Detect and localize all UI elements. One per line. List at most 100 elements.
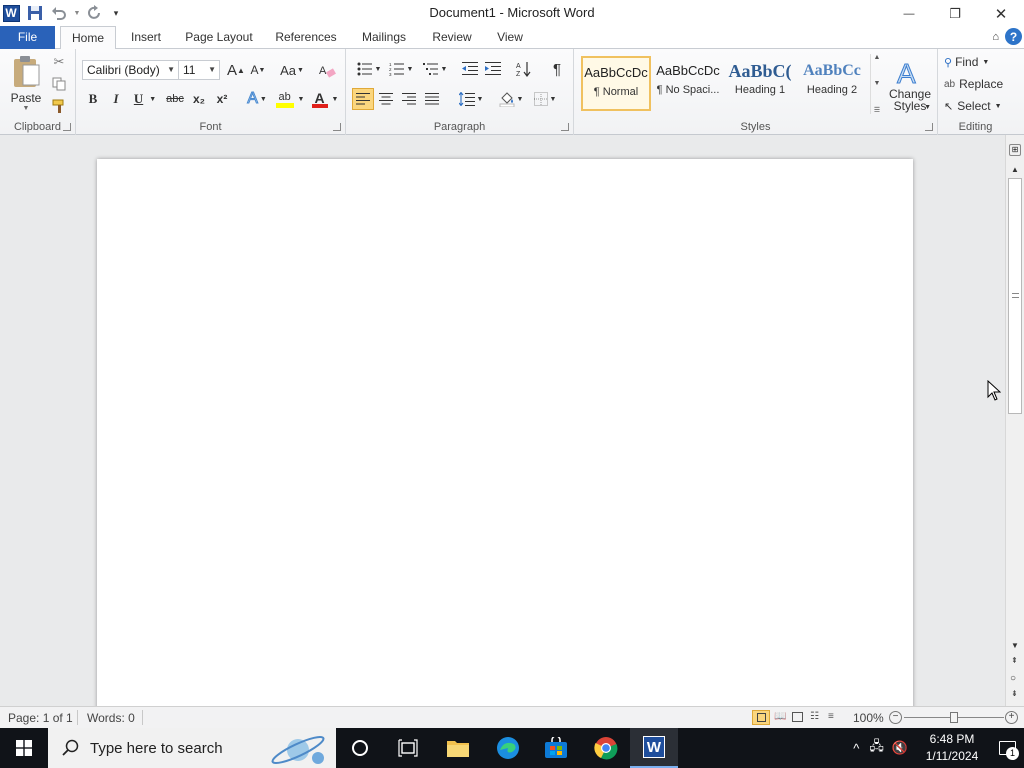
clock[interactable]: 6:48 PM 1/11/2024 bbox=[914, 731, 990, 765]
tab-references[interactable]: References bbox=[268, 26, 344, 49]
style-heading-2[interactable]: AaBbCc Heading 2 bbox=[797, 56, 867, 111]
font-color-button[interactable]: A ▼ bbox=[310, 89, 340, 109]
tab-mailings[interactable]: Mailings bbox=[354, 26, 414, 49]
clipboard-dialog-launcher[interactable] bbox=[63, 123, 71, 131]
cut-button[interactable]: ✂ bbox=[50, 53, 68, 71]
paragraph-dialog-launcher[interactable] bbox=[561, 123, 569, 131]
zoom-slider-thumb[interactable] bbox=[950, 712, 958, 723]
format-painter-button[interactable] bbox=[50, 97, 68, 115]
file-explorer-button[interactable] bbox=[434, 728, 482, 768]
minimize-ribbon-icon[interactable]: ⌂ bbox=[992, 31, 999, 43]
shrink-font-button[interactable]: A ▼ bbox=[248, 60, 268, 80]
microsoft-store-button[interactable] bbox=[532, 728, 580, 768]
italic-button[interactable]: I bbox=[107, 89, 125, 109]
browse-object-icon[interactable]: ○ bbox=[1010, 673, 1016, 684]
svg-text:A: A bbox=[516, 63, 521, 70]
vertical-scrollbar[interactable]: ⊞ ▲ ▼ ⇞ ○ ⇟ bbox=[1005, 135, 1024, 706]
underline-button[interactable]: U ▼ bbox=[130, 89, 160, 109]
network-icon[interactable]: 🖧 bbox=[869, 737, 884, 759]
zoom-in-button[interactable]: + bbox=[1005, 711, 1018, 724]
bullets-button[interactable]: ▼ bbox=[354, 59, 384, 79]
change-case-button[interactable]: Aa ▼ bbox=[278, 60, 306, 80]
align-center-button[interactable] bbox=[376, 89, 396, 109]
tab-view[interactable]: View bbox=[490, 26, 530, 49]
show-hide-marks-button[interactable]: ¶ bbox=[548, 59, 566, 79]
find-button[interactable]: ⚲ Find ▼ bbox=[944, 53, 989, 71]
show-hidden-icons-icon[interactable]: ^ bbox=[853, 741, 859, 756]
cortana-button[interactable] bbox=[336, 728, 384, 768]
scrollbar-thumb[interactable] bbox=[1008, 178, 1022, 414]
line-spacing-icon bbox=[458, 92, 475, 106]
tab-review[interactable]: Review bbox=[424, 26, 480, 49]
style-normal[interactable]: AaBbCcDc ¶ Normal bbox=[581, 56, 651, 111]
text-highlight-button[interactable]: ab ▼ bbox=[275, 89, 305, 109]
borders-button[interactable]: ▼ bbox=[530, 89, 560, 109]
restore-button[interactable]: ❐ bbox=[932, 0, 978, 28]
sort-button[interactable]: AZ bbox=[514, 59, 534, 79]
clock-date: 1/11/2024 bbox=[925, 749, 979, 763]
notifications-button[interactable]: 1 bbox=[990, 728, 1024, 768]
previous-page-icon[interactable]: ⇞ bbox=[1011, 656, 1018, 665]
web-layout-button[interactable] bbox=[792, 711, 806, 725]
align-right-button[interactable] bbox=[399, 89, 419, 109]
clear-formatting-button[interactable]: A bbox=[318, 60, 338, 80]
style-heading-1[interactable]: AaBbC( Heading 1 bbox=[725, 56, 795, 111]
print-layout-view-button[interactable] bbox=[752, 710, 770, 725]
justify-button[interactable] bbox=[422, 89, 442, 109]
font-dialog-launcher[interactable] bbox=[333, 123, 341, 131]
tab-file[interactable]: File bbox=[0, 26, 55, 49]
align-left-button[interactable] bbox=[352, 88, 374, 110]
ruler-toggle-icon[interactable]: ⊞ bbox=[1009, 144, 1021, 156]
close-button[interactable]: ✕ bbox=[978, 0, 1024, 28]
select-button[interactable]: ↖ Select ▼ bbox=[944, 97, 1002, 115]
task-view-button[interactable] bbox=[384, 728, 432, 768]
edge-button[interactable] bbox=[484, 728, 532, 768]
bold-button[interactable]: B bbox=[84, 89, 102, 109]
document-page[interactable] bbox=[97, 159, 913, 706]
start-button[interactable] bbox=[0, 728, 48, 768]
page-count[interactable]: Page: 1 of 1 bbox=[8, 711, 73, 725]
decrease-indent-button[interactable] bbox=[460, 59, 480, 79]
word-count[interactable]: Words: 0 bbox=[87, 711, 135, 725]
tab-page-layout[interactable]: Page Layout bbox=[180, 26, 258, 49]
taskbar-search-box[interactable]: Type here to search bbox=[48, 728, 336, 768]
gallery-more-icon[interactable]: ☰ bbox=[874, 106, 880, 114]
change-styles-button[interactable]: A Change Styles ▼ bbox=[886, 53, 934, 117]
superscript-button[interactable]: x² bbox=[212, 89, 232, 109]
tab-home[interactable]: Home bbox=[60, 26, 116, 50]
gallery-down-icon[interactable]: ▼ bbox=[874, 80, 881, 87]
volume-muted-icon[interactable]: 🔇 bbox=[892, 740, 908, 756]
tab-insert[interactable]: Insert bbox=[122, 26, 170, 49]
grow-font-button[interactable]: A ▲ bbox=[226, 60, 246, 80]
shading-button[interactable]: ▼ bbox=[496, 89, 526, 109]
paste-button[interactable]: Paste ▼ bbox=[6, 53, 46, 113]
replace-button[interactable]: ab Replace bbox=[944, 75, 1003, 93]
increase-indent-button[interactable] bbox=[483, 59, 503, 79]
font-size-combo[interactable]: 11 ▼ bbox=[178, 60, 220, 80]
styles-dialog-launcher[interactable] bbox=[925, 123, 933, 131]
copy-button[interactable] bbox=[50, 75, 68, 93]
line-spacing-button[interactable]: ▼ bbox=[456, 89, 486, 109]
draft-view-button[interactable]: ≡ bbox=[828, 711, 842, 725]
word-taskbar-button[interactable]: W bbox=[630, 728, 678, 768]
text-effects-button[interactable]: A ▼ bbox=[244, 89, 270, 109]
outline-view-button[interactable]: ☷ bbox=[810, 711, 824, 725]
gallery-up-icon[interactable]: ▲ bbox=[874, 54, 881, 61]
multilevel-list-button[interactable]: ▼ bbox=[420, 59, 450, 79]
help-icon[interactable]: ? bbox=[1005, 28, 1022, 45]
subscript-button[interactable]: x₂ bbox=[189, 89, 209, 109]
next-page-icon[interactable]: ⇟ bbox=[1011, 689, 1018, 698]
edge-icon bbox=[497, 737, 519, 759]
font-name-combo[interactable]: Calibri (Body) ▼ bbox=[82, 60, 179, 80]
chrome-button[interactable] bbox=[582, 728, 630, 768]
strikethrough-button[interactable]: abc bbox=[164, 89, 186, 109]
style-no-spacing[interactable]: AaBbCcDc ¶ No Spaci... bbox=[653, 56, 723, 111]
numbering-button[interactable]: 1 2 3 ▼ bbox=[386, 59, 416, 79]
store-icon bbox=[545, 737, 567, 758]
zoom-out-button[interactable]: − bbox=[889, 711, 902, 724]
minimize-button[interactable]: — bbox=[886, 0, 932, 28]
scroll-up-icon[interactable]: ▲ bbox=[1011, 165, 1019, 174]
zoom-level[interactable]: 100% bbox=[853, 711, 884, 725]
scroll-down-icon[interactable]: ▼ bbox=[1011, 641, 1019, 650]
full-screen-reading-button[interactable]: 📖 bbox=[774, 711, 788, 725]
